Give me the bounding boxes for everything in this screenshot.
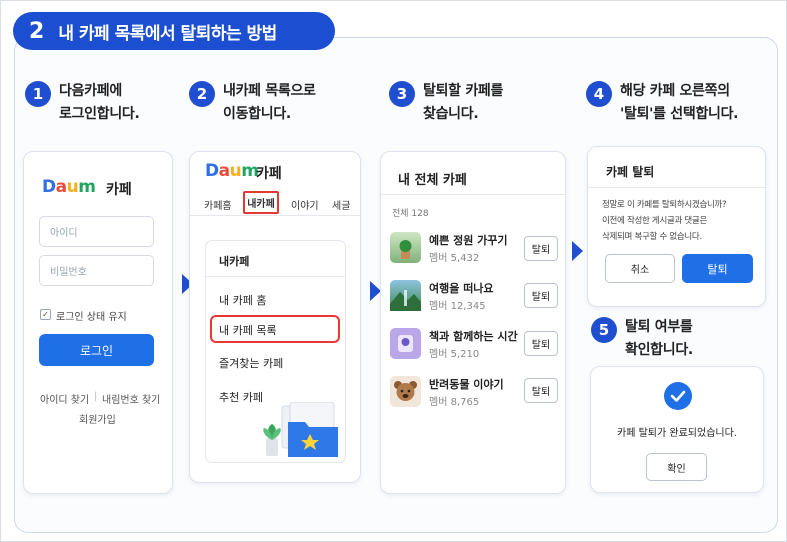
step-1-text: 다음카페에 로그인합니다. (59, 80, 140, 126)
cafe-members: 멤버 5,432 (429, 253, 480, 264)
cafe-label: 카페 (256, 166, 282, 182)
folder-illustration (263, 402, 338, 457)
cafe-members: 멤버 12,345 (429, 301, 486, 312)
daum-logo: Daum (42, 177, 96, 197)
signup-link[interactable]: 회원가입 (79, 411, 116, 426)
leave-button[interactable]: 탈퇴 (524, 378, 558, 403)
dialog-message-line1: 정말로 이 카페를 탈퇴하시겠습니까? (602, 200, 727, 210)
id-input[interactable]: 아이디 (39, 216, 154, 247)
guide-title: 내 카페 목록에서 탈퇴하는 방법 (58, 23, 277, 44)
tab-my-cafe[interactable]: 내카페 (243, 191, 279, 214)
cafe-name: 책과 함께하는 시간 (429, 330, 518, 343)
cafe-members: 멤버 8,765 (429, 397, 480, 408)
landscape-icon (390, 290, 421, 311)
tab-new-posts[interactable]: 세글 (332, 197, 350, 212)
menu-title: 내카페 (219, 255, 250, 268)
plant-icon (399, 240, 412, 259)
cafe-thumbnail (390, 328, 421, 359)
step-5-text: 탈퇴 여부를 확인합니다. (625, 316, 693, 362)
book-icon (398, 335, 413, 352)
check-circle-icon (664, 382, 692, 410)
cafe-thumbnail (390, 376, 421, 407)
leave-button[interactable]: 탈퇴 (524, 283, 558, 308)
step-5-line2: 확인합니다. (625, 342, 693, 358)
daum-logo: Daum (205, 161, 259, 181)
cafe-thumbnail (390, 232, 421, 263)
dialog-divider (588, 187, 765, 188)
guide-frame: 2 내 카페 목록에서 탈퇴하는 방법 1 다음카페에 로그인합니다. Daum… (0, 0, 787, 542)
cafe-members: 멤버 5,210 (429, 349, 480, 360)
login-button[interactable]: 로그인 (39, 334, 154, 366)
find-password-link[interactable]: 내림번호 찾기 (102, 391, 160, 406)
menu-divider (205, 276, 346, 277)
step-2-text: 내카페 목록으로 이동합니다. (223, 80, 316, 126)
cafe-list-title: 내 전체 카페 (398, 173, 467, 188)
tab-stories[interactable]: 이야기 (291, 197, 319, 212)
mycafe-screen: Daum 카페 카페홈 내카페 이야기 세글 내카페 내 카페 홈 내 카페 목… (189, 151, 361, 483)
cafe-thumbnail (390, 280, 421, 311)
confirm-leave-button[interactable]: 탈퇴 (682, 254, 753, 283)
step-2-number: 2 (189, 81, 215, 107)
step-4-line1: 해당 카페 오른쪽의 (620, 83, 730, 99)
result-card: 카페 탈퇴가 완료되었습니다. 확인 (590, 366, 764, 493)
arrow-right-icon (572, 241, 583, 261)
cafe-count: 전체 128 (392, 209, 429, 219)
password-input[interactable]: 비밀번호 (39, 255, 154, 286)
step-1-line2: 로그인합니다. (59, 106, 140, 122)
step-2-line1: 내카페 목록으로 (223, 83, 316, 99)
cafe-name: 여행을 떠나요 (429, 282, 494, 295)
login-screen: Daum 카페 아이디 비밀번호 ✓ 로그인 상태 유지 로그인 아이디 찾기 … (23, 151, 173, 494)
menu-item-favorite-cafes[interactable]: 즐겨찾는 카페 (219, 355, 283, 371)
leave-button[interactable]: 탈퇴 (524, 331, 558, 356)
step-4-text: 해당 카페 오른쪽의 '탈퇴'를 선택합니다. (620, 80, 739, 126)
title-step-number: 2 (29, 18, 45, 44)
cancel-button[interactable]: 취소 (605, 254, 675, 283)
keep-login-label: 로그인 상태 유지 (56, 312, 127, 323)
step-1-line1: 다음카페에 (59, 83, 122, 99)
step-5-number: 5 (591, 317, 617, 343)
cafe-name: 반려동물 이야기 (429, 378, 504, 391)
dialog-message: 정말로 이 카페를 탈퇴하시겠습니까? 이전에 작성한 게시글과 댓글은 삭제되… (602, 197, 727, 245)
guide-title-banner: 2 내 카페 목록에서 탈퇴하는 방법 (13, 12, 335, 50)
step-3-number: 3 (389, 81, 415, 107)
step-5-line1: 탈퇴 여부를 (625, 319, 693, 335)
find-id-link[interactable]: 아이디 찾기 (40, 391, 89, 406)
tab-cafe-home[interactable]: 카페홈 (204, 197, 232, 212)
step-4-line2: '탈퇴'를 선택합니다. (620, 106, 739, 122)
step-2-line2: 이동합니다. (223, 106, 291, 122)
step-3-line2: 찾습니다. (423, 106, 479, 122)
step-4-number: 4 (586, 81, 612, 107)
step-1-number: 1 (25, 81, 51, 107)
step-3-text: 탈퇴할 카페를 찾습니다. (423, 80, 503, 126)
keep-login-checkbox[interactable]: ✓ (40, 309, 51, 320)
leave-button[interactable]: 탈퇴 (524, 236, 558, 261)
dialog-message-line3: 삭제되며 복구할 수 없습니다. (602, 232, 702, 242)
dialog-message-line2: 이전에 작성한 게시글과 댓글은 (602, 216, 707, 226)
dialog-title: 카페 탈퇴 (606, 165, 655, 179)
cafe-list-screen: 내 전체 카페 전체 128 예쁜 정원 가꾸기 멤버 5,432 탈퇴 여행을… (380, 151, 566, 494)
result-message: 카페 탈퇴가 완료되었습니다. (617, 428, 737, 439)
ok-button[interactable]: 확인 (646, 453, 707, 481)
menu-item-my-cafe-list[interactable]: 내 카페 목록 (219, 322, 277, 338)
step-3-line1: 탈퇴할 카페를 (423, 83, 504, 99)
list-divider (381, 194, 565, 195)
cafe-name: 예쁜 정원 가꾸기 (429, 234, 508, 247)
cafe-label: 카페 (106, 182, 132, 198)
menu-item-recommended-cafes[interactable]: 추천 카페 (219, 389, 263, 405)
link-divider: | (94, 391, 98, 402)
dog-icon (394, 381, 417, 401)
menu-item-my-cafe-home[interactable]: 내 카페 홈 (219, 292, 266, 308)
leave-dialog: 카페 탈퇴 정말로 이 카페를 탈퇴하시겠습니까? 이전에 작성한 게시글과 댓… (587, 146, 766, 307)
